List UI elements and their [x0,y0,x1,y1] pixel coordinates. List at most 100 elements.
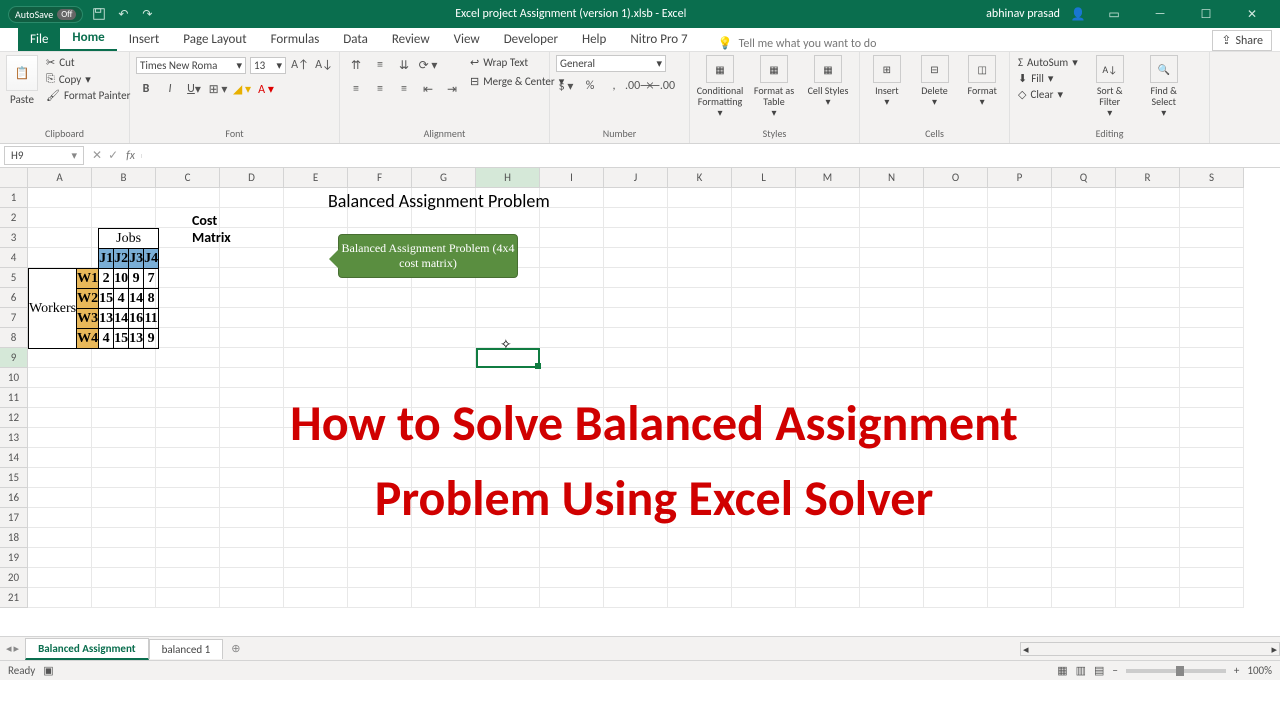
col-header-P[interactable]: P [988,168,1052,188]
col-header-S[interactable]: S [1180,168,1244,188]
fx-icon[interactable]: fx [126,149,141,163]
tab-first-icon[interactable]: ◂ [6,642,12,655]
row-header-5[interactable]: 5 [0,268,28,288]
row-header-7[interactable]: 7 [0,308,28,328]
conditional-formatting-button[interactable]: ▦Conditional Formatting ▾ [696,55,744,118]
delete-cells-button[interactable]: ⊟Delete ▾ [914,55,956,107]
horizontal-scrollbar[interactable]: ◂▸ [1020,642,1280,656]
cell-w2-j3[interactable]: 14 [129,289,144,309]
row-header-21[interactable]: 21 [0,588,28,608]
user-name[interactable]: abhinav prasad [986,7,1060,21]
enter-formula-icon[interactable]: ✓ [108,148,118,163]
row-header-9[interactable]: 9 [0,348,28,368]
col-header-J[interactable]: J [604,168,668,188]
zoom-slider[interactable] [1126,669,1226,673]
col-header-A[interactable]: A [28,168,92,188]
cell-w2-j4[interactable]: 8 [144,289,159,309]
autosave-toggle[interactable]: AutoSave Off [8,6,83,23]
macro-record-icon[interactable]: ▣ [43,664,53,677]
zoom-level[interactable]: 100% [1247,664,1272,677]
underline-button[interactable]: U ▾ [184,79,204,99]
row-header-18[interactable]: 18 [0,528,28,548]
insert-cells-button[interactable]: ⊞Insert ▾ [866,55,908,107]
increase-decimal-icon[interactable]: .00→ [628,76,648,96]
percent-icon[interactable]: % [580,76,600,96]
align-right-icon[interactable]: ≡ [394,79,414,99]
col-header-E[interactable]: E [284,168,348,188]
view-normal-icon[interactable]: ▦ [1057,664,1067,677]
close-icon[interactable]: ✕ [1234,3,1270,25]
cell-grid[interactable] [28,188,1280,636]
font-name-combo[interactable]: Times New Roma▾ [136,57,246,74]
zoom-out-button[interactable]: − [1112,664,1117,677]
orientation-icon[interactable]: ⟳ ▾ [418,55,438,75]
row-header-13[interactable]: 13 [0,428,28,448]
align-center-icon[interactable]: ≡ [370,79,390,99]
copy-button[interactable]: ⎘Copy ▾ [44,71,132,87]
tab-review[interactable]: Review [380,28,442,51]
font-color-button[interactable]: A ▾ [256,79,276,99]
tab-prev-icon[interactable]: ▸ [14,642,20,655]
cell-w3-j2[interactable]: 14 [114,309,129,329]
decrease-indent-icon[interactable]: ⇤ [418,79,438,99]
align-bottom-icon[interactable]: ⇊ [394,55,414,75]
name-box[interactable]: H9▾ [4,146,84,165]
cell-w3-j4[interactable]: 11 [144,309,159,329]
col-header-O[interactable]: O [924,168,988,188]
row-header-2[interactable]: 2 [0,208,28,228]
row-header-17[interactable]: 17 [0,508,28,528]
cell-w3-j3[interactable]: 16 [129,309,144,329]
cell-w4-j3[interactable]: 13 [129,329,144,349]
decrease-font-icon[interactable]: A↓ [314,55,334,75]
row-header-11[interactable]: 11 [0,388,28,408]
cut-button[interactable]: ✂Cut [44,55,132,70]
cell-w1-j2[interactable]: 10 [114,269,129,289]
currency-icon[interactable]: $ ▾ [556,76,576,96]
row-header-4[interactable]: 4 [0,248,28,268]
row-header-20[interactable]: 20 [0,568,28,588]
col-header-G[interactable]: G [412,168,476,188]
worksheet[interactable]: ABCDEFGHIJKLMNOPQRS 12345678910111213141… [0,168,1280,636]
col-header-F[interactable]: F [348,168,412,188]
cell-w2-j1[interactable]: 15 [99,289,114,309]
fill-button[interactable]: ⬇Fill ▾ [1016,71,1080,86]
increase-indent-icon[interactable]: ⇥ [442,79,462,99]
cell-w3-j1[interactable]: 13 [99,309,114,329]
align-top-icon[interactable]: ⇈ [346,55,366,75]
format-cells-button[interactable]: ◫Format ▾ [961,55,1003,107]
account-icon[interactable]: 👤 [1070,6,1086,22]
ribbon-options-icon[interactable]: ▭ [1096,3,1132,25]
bold-button[interactable]: B [136,79,156,99]
callout-shape[interactable]: Balanced Assignment Problem (4x4 cost ma… [338,234,518,278]
col-header-M[interactable]: M [796,168,860,188]
fill-color-button[interactable]: ◢ ▾ [232,79,252,99]
row-header-6[interactable]: 6 [0,288,28,308]
italic-button[interactable]: I [160,79,180,99]
col-header-I[interactable]: I [540,168,604,188]
tab-developer[interactable]: Developer [492,28,570,51]
sort-filter-button[interactable]: A↓Sort & Filter ▾ [1086,55,1134,118]
redo-icon[interactable]: ↷ [139,6,155,22]
format-as-table-button[interactable]: ▦Format as Table ▾ [750,55,798,118]
clear-button[interactable]: ◇Clear ▾ [1016,87,1080,102]
format-painter-button[interactable]: 🖌Format Painter [44,88,132,103]
add-sheet-button[interactable]: ⊕ [223,639,248,658]
formula-bar[interactable] [141,154,1280,158]
row-header-3[interactable]: 3 [0,228,28,248]
col-header-R[interactable]: R [1116,168,1180,188]
select-all-corner[interactable] [0,168,28,188]
col-header-L[interactable]: L [732,168,796,188]
decrease-decimal-icon[interactable]: ←.00 [652,76,672,96]
cell-w1-j3[interactable]: 9 [129,269,144,289]
col-header-K[interactable]: K [668,168,732,188]
col-header-H[interactable]: H [476,168,540,188]
paste-button[interactable]: Paste [8,92,36,107]
align-left-icon[interactable]: ≡ [346,79,366,99]
sheet-tab-balanced-assignment[interactable]: Balanced Assignment [25,638,149,660]
row-headers[interactable]: 123456789101112131415161718192021 [0,188,28,636]
maximize-icon[interactable]: ☐ [1188,3,1224,25]
save-icon[interactable] [91,6,107,22]
tab-formulas[interactable]: Formulas [259,28,332,51]
cancel-formula-icon[interactable]: ✕ [92,148,102,163]
autosum-button[interactable]: ΣAutoSum ▾ [1016,55,1080,70]
